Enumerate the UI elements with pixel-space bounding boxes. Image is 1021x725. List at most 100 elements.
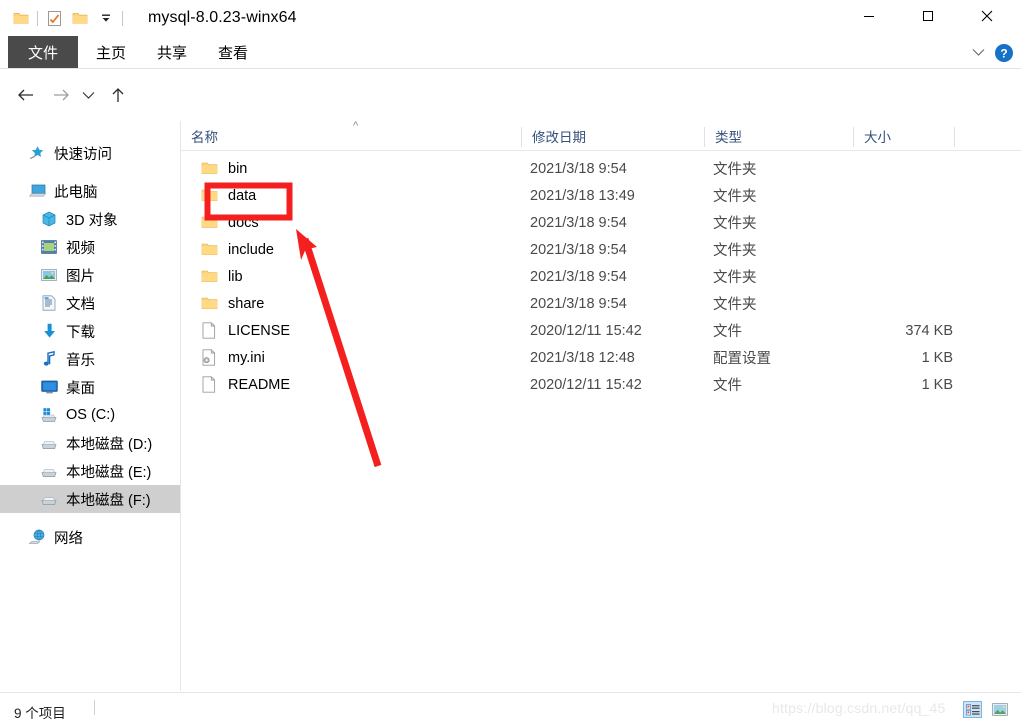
tab-share[interactable]: 共享 bbox=[143, 36, 201, 68]
sort-ascending-icon: ^ bbox=[353, 120, 359, 132]
quick-access-toolbar bbox=[8, 7, 126, 29]
file-name-text: LICENSE bbox=[228, 322, 291, 339]
table-row[interactable]: bin 2021/3/18 9:54 文件夹 bbox=[181, 155, 1021, 182]
sidebar-item-3d-objects[interactable]: 3D 对象 bbox=[0, 205, 180, 233]
table-row[interactable]: data 2021/3/18 13:49 文件夹 bbox=[181, 182, 1021, 209]
sidebar-item-music[interactable]: 音乐 bbox=[0, 345, 180, 373]
file-name-text: docs bbox=[228, 214, 259, 231]
table-row[interactable]: share 2021/3/18 9:54 文件夹 bbox=[181, 290, 1021, 317]
file-size-cell bbox=[781, 236, 953, 263]
customize-dropdown-icon[interactable] bbox=[93, 7, 119, 29]
folder-icon bbox=[199, 188, 219, 203]
file-type-cell: 文件夹 bbox=[713, 270, 757, 286]
table-row[interactable]: LICENSE 2020/12/11 15:42 文件 374 KB bbox=[181, 317, 1021, 344]
folder-icon bbox=[199, 296, 219, 311]
sidebar-item-videos[interactable]: 视频 bbox=[0, 233, 180, 261]
properties-icon[interactable] bbox=[41, 7, 67, 29]
sidebar-item-network[interactable]: 网络 bbox=[0, 523, 180, 551]
file-name-cell[interactable]: data bbox=[199, 182, 256, 209]
tab-home[interactable]: 主页 bbox=[82, 36, 140, 68]
computer-icon bbox=[26, 183, 48, 199]
downloads-icon bbox=[38, 323, 60, 339]
svg-text:?: ? bbox=[1000, 46, 1007, 60]
up-button[interactable] bbox=[104, 81, 132, 109]
file-size-cell: 1 KB bbox=[921, 349, 953, 366]
column-header-size[interactable]: 大小 bbox=[854, 121, 954, 151]
file-name-text: lib bbox=[228, 268, 243, 285]
file-name-cell[interactable]: include bbox=[199, 236, 274, 263]
file-name-text: bin bbox=[228, 160, 248, 177]
file-name-cell[interactable]: bin bbox=[199, 155, 247, 182]
table-row[interactable]: docs 2021/3/18 9:54 文件夹 bbox=[181, 209, 1021, 236]
file-size-cell bbox=[781, 263, 953, 290]
table-row[interactable]: lib 2021/3/18 9:54 文件夹 bbox=[181, 263, 1021, 290]
sidebar-gap-2 bbox=[0, 513, 180, 523]
sidebar-item-drive-f[interactable]: 本地磁盘 (F:) bbox=[0, 485, 180, 513]
sidebar-item-desktop[interactable]: 桌面 bbox=[0, 373, 180, 401]
file-type-cell: 配置设置 bbox=[713, 351, 771, 367]
sidebar-item-os-c[interactable]: OS (C:) bbox=[0, 401, 180, 429]
tab-file[interactable]: 文件 bbox=[8, 36, 78, 68]
folder-icon[interactable] bbox=[8, 7, 34, 29]
drive-icon bbox=[38, 464, 60, 478]
windows-drive-icon bbox=[38, 407, 60, 423]
ini-file-icon bbox=[199, 349, 219, 366]
chevron-down-icon[interactable] bbox=[968, 42, 988, 62]
file-name-cell[interactable]: my.ini bbox=[199, 344, 265, 371]
column-header-type[interactable]: 类型 bbox=[705, 121, 853, 151]
file-size-cell bbox=[781, 290, 953, 317]
file-name-cell[interactable]: share bbox=[199, 290, 264, 317]
column-divider-4[interactable] bbox=[954, 127, 955, 147]
file-name-text: share bbox=[228, 295, 265, 312]
minimize-button[interactable] bbox=[846, 0, 892, 32]
sidebar-item-label: 音乐 bbox=[66, 352, 95, 369]
tab-view[interactable]: 查看 bbox=[204, 36, 262, 68]
file-icon bbox=[199, 376, 219, 393]
sidebar-item-drive-d[interactable]: 本地磁盘 (D:) bbox=[0, 429, 180, 457]
thumbnail-view-button[interactable] bbox=[990, 701, 1009, 718]
back-button[interactable] bbox=[12, 81, 40, 109]
column-header-name[interactable]: 名称 bbox=[181, 121, 521, 151]
pictures-icon bbox=[38, 268, 60, 282]
sidebar-item-label: 快速访问 bbox=[54, 146, 112, 163]
sidebar-item-this-pc[interactable]: 此电脑 bbox=[0, 177, 180, 205]
sidebar-item-label: OS (C:) bbox=[66, 407, 116, 423]
sidebar-item-documents[interactable]: 文档 bbox=[0, 289, 180, 317]
table-row[interactable]: README 2020/12/11 15:42 文件 1 KB bbox=[181, 371, 1021, 398]
file-date-cell: 2021/3/18 9:54 bbox=[530, 295, 627, 312]
sidebar-item-pictures[interactable]: 图片 bbox=[0, 261, 180, 289]
file-date-cell: 2021/3/18 9:54 bbox=[530, 214, 627, 231]
sidebar-item-downloads[interactable]: 下载 bbox=[0, 317, 180, 345]
sidebar-item-label: 下载 bbox=[66, 324, 95, 341]
column-header-date[interactable]: 修改日期 bbox=[522, 121, 704, 151]
table-row[interactable]: include 2021/3/18 9:54 文件夹 bbox=[181, 236, 1021, 263]
sidebar-item-drive-e[interactable]: 本地磁盘 (E:) bbox=[0, 457, 180, 485]
sidebar-item-quick-access[interactable]: 快速访问 bbox=[0, 139, 180, 167]
table-row[interactable]: my.ini 2021/3/18 12:48 配置设置 1 KB bbox=[181, 344, 1021, 371]
file-icon bbox=[199, 322, 219, 339]
file-date-cell: 2021/3/18 9:54 bbox=[530, 160, 627, 177]
maximize-button[interactable] bbox=[905, 0, 951, 32]
documents-icon bbox=[38, 295, 60, 311]
qat-divider-1 bbox=[37, 10, 38, 26]
file-name-cell[interactable]: README bbox=[199, 371, 290, 398]
help-icon[interactable]: ? bbox=[995, 44, 1013, 62]
sidebar-item-label: 视频 bbox=[66, 240, 95, 257]
file-name-text: README bbox=[228, 376, 291, 393]
forward-button[interactable] bbox=[47, 81, 75, 109]
folder-icon bbox=[199, 269, 219, 284]
file-size-cell: 374 KB bbox=[905, 322, 953, 339]
music-icon bbox=[38, 351, 60, 367]
title-bar: mysql-8.0.23-winx64 bbox=[0, 0, 1021, 36]
file-name-cell[interactable]: lib bbox=[199, 263, 243, 290]
file-date-cell: 2020/12/11 15:42 bbox=[530, 322, 642, 339]
file-type-cell: 文件夹 bbox=[713, 297, 757, 313]
file-type-cell: 文件夹 bbox=[713, 162, 757, 178]
new-folder-icon[interactable] bbox=[67, 7, 93, 29]
close-button[interactable] bbox=[964, 0, 1010, 32]
file-name-cell[interactable]: docs bbox=[199, 209, 259, 236]
details-view-button[interactable] bbox=[963, 701, 982, 718]
qat-divider-2 bbox=[122, 10, 123, 26]
file-name-cell[interactable]: LICENSE bbox=[199, 317, 290, 344]
recent-locations-button[interactable] bbox=[78, 81, 98, 109]
